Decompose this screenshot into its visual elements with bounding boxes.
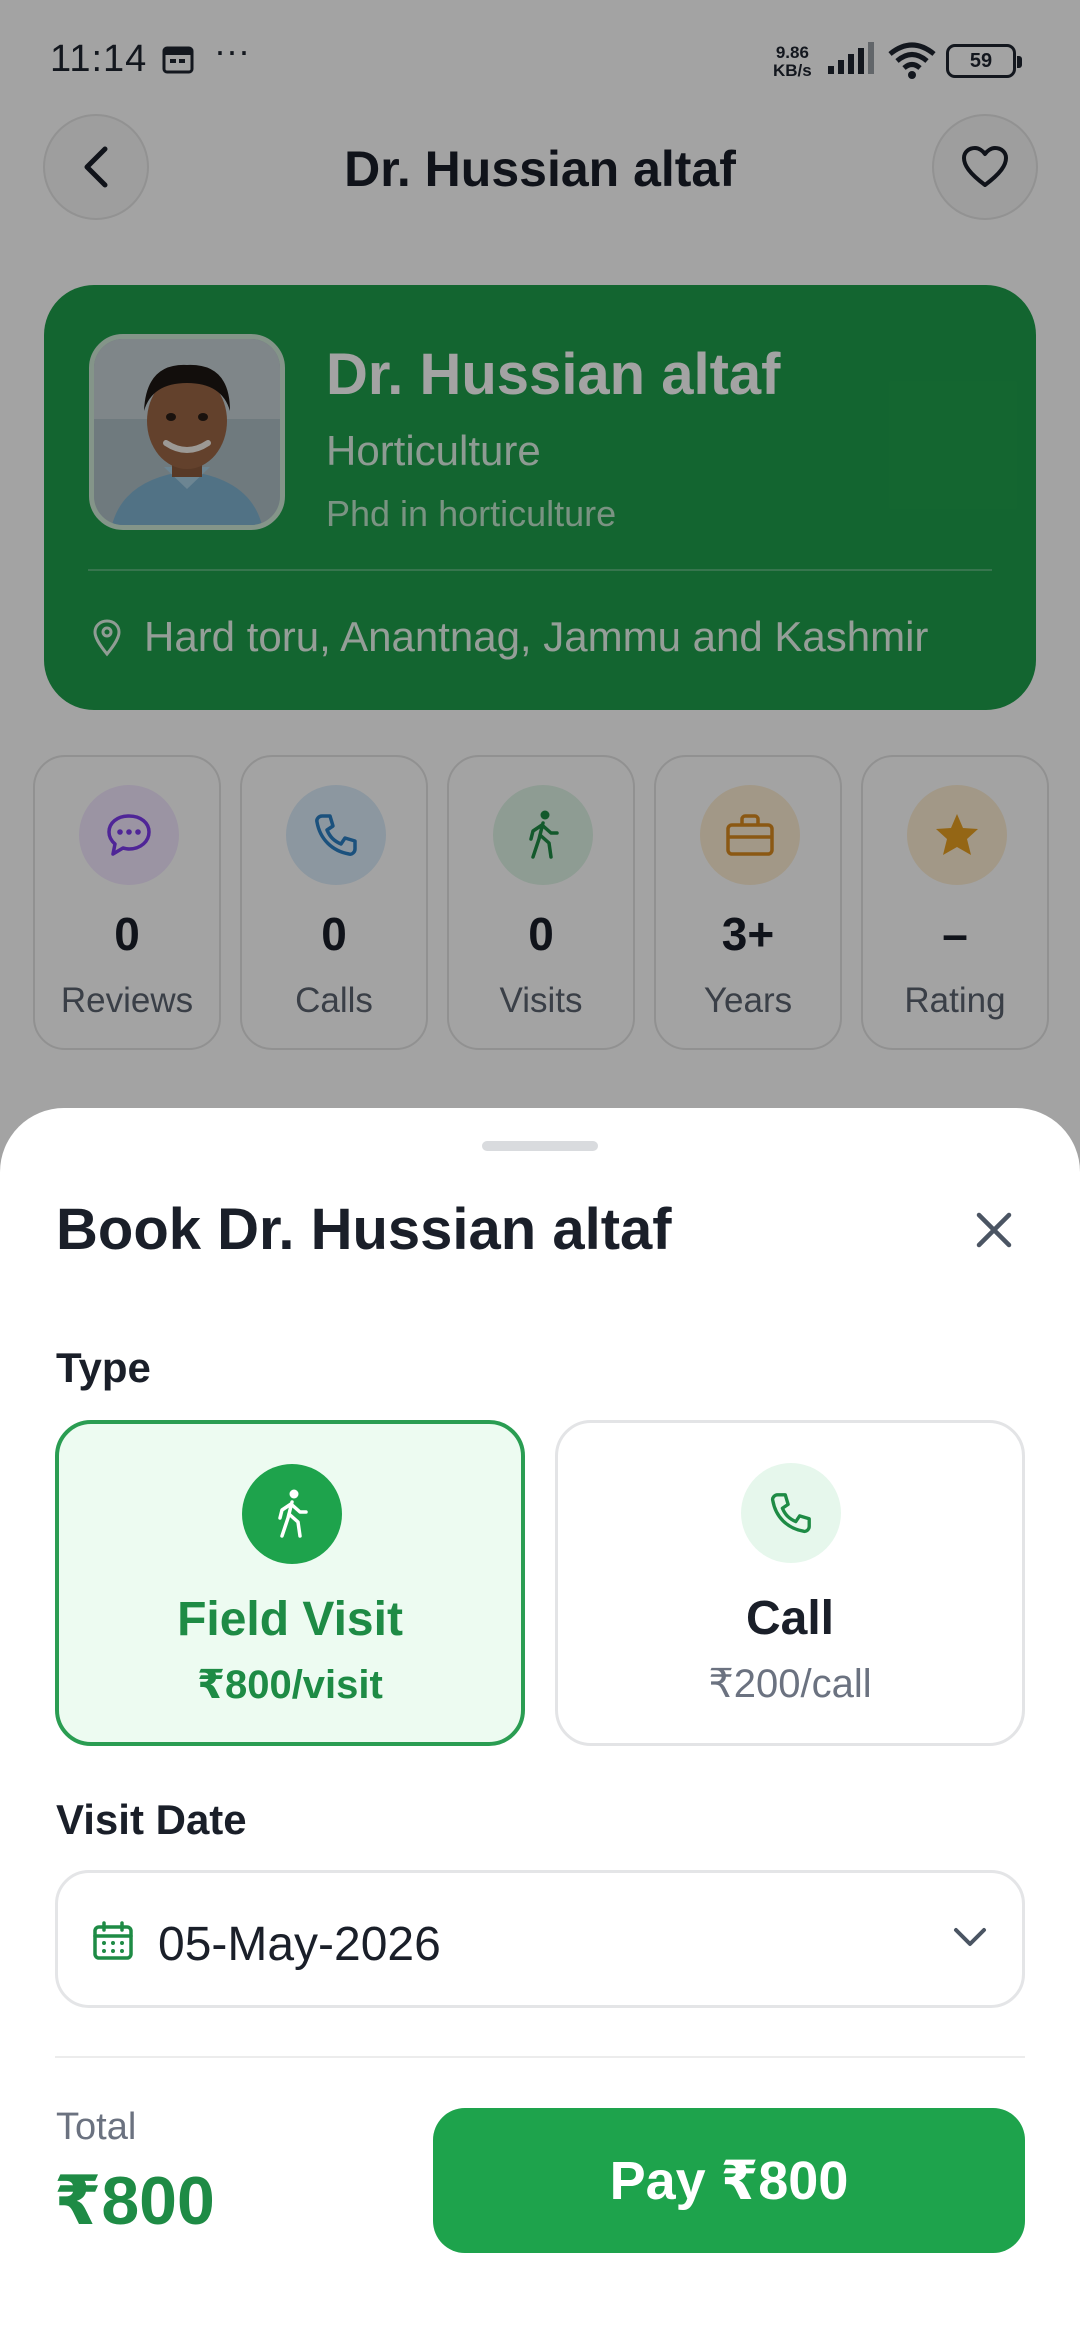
booking-sheet: Book Dr. Hussian altaf Type Field Visit … (0, 1108, 1080, 2340)
total-label: Total (56, 2106, 137, 2148)
walking-icon (242, 1464, 342, 1564)
visit-date-value: 05-May-2026 (158, 1918, 441, 1971)
option-price: ₹800/visit (197, 1663, 383, 1707)
pay-button[interactable]: Pay ₹800 (433, 2108, 1025, 2253)
option-name: Call (745, 1592, 835, 1645)
option-name: Field Visit (177, 1593, 403, 1646)
visit-date-select[interactable]: 05-May-2026 (55, 1870, 1025, 2008)
option-field-visit[interactable]: Field Visit ₹800/visit (55, 1420, 525, 1746)
calendar-icon (92, 1921, 134, 1966)
option-price: ₹200/call (708, 1662, 872, 1706)
visit-date-label: Visit Date (56, 1796, 247, 1843)
type-label: Type (56, 1344, 151, 1391)
sheet-drag-handle[interactable] (482, 1141, 598, 1151)
total-value: ₹800 (54, 2163, 215, 2239)
sheet-title: Book Dr. Hussian altaf (56, 1197, 672, 1262)
sheet-divider (55, 2056, 1025, 2058)
close-icon (976, 1212, 1012, 1248)
option-call[interactable]: Call ₹200/call (555, 1420, 1025, 1746)
doctor-profile-screen: 11:14 ··· 9.86 KB/s 59 Dr. Hussian altaf (0, 0, 1080, 2340)
phone-icon (741, 1463, 841, 1563)
close-button[interactable] (964, 1200, 1024, 1260)
chevron-down-icon (952, 1925, 988, 1954)
